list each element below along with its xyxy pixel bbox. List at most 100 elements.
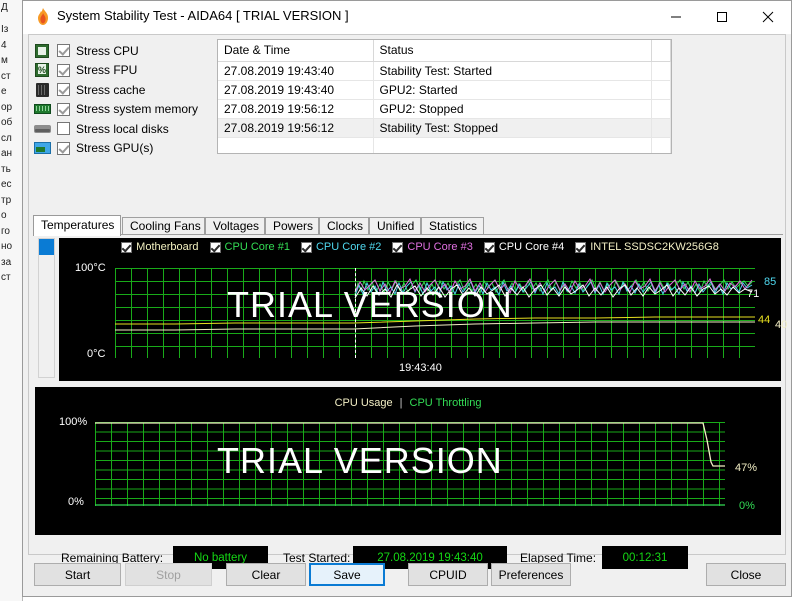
log-table: Date & Time Status 27.08.2019 19:43:40 S…: [218, 40, 671, 153]
clear-button[interactable]: Clear: [226, 563, 306, 586]
table-row[interactable]: 27.08.2019 19:43:40 GPU2: Started: [218, 80, 671, 100]
preferences-button[interactable]: Preferences: [491, 563, 571, 586]
legend-item-cpu-core-4[interactable]: CPU Core #4: [483, 241, 565, 253]
legend-checkbox[interactable]: [483, 241, 495, 253]
tab-strip: Temperatures Cooling Fans Voltages Power…: [33, 215, 783, 236]
legend-item-intel-ssd[interactable]: INTEL SSDSC2KW256G8: [575, 241, 719, 253]
log-status: Stability Test: Started: [373, 61, 652, 81]
temp-trial-watermark: TRIAL VERSION: [227, 284, 513, 325]
stress-option-cpu[interactable]: Stress CPU: [33, 41, 208, 61]
tab-clocks[interactable]: Clocks: [319, 217, 369, 235]
maximize-button[interactable]: [699, 1, 745, 32]
temperatures-chart: Motherboard CPU Core #1 CPU Core #2 CPU …: [59, 238, 787, 381]
temp-value-71: 71: [747, 288, 760, 300]
stress-fpu-label: Stress FPU: [76, 63, 138, 78]
legend-checkbox[interactable]: [392, 241, 404, 253]
log-extra: [651, 61, 671, 81]
stress-fpu-checkbox[interactable]: [57, 63, 70, 77]
stress-cache-checkbox[interactable]: [57, 83, 70, 97]
tab-voltages[interactable]: Voltages: [205, 217, 265, 235]
background-text-column: Iз 4 м ст е ор об сл ан ть ес тр о го но…: [1, 24, 13, 283]
stop-button: Stop: [125, 563, 212, 586]
cpu-usage-chart: CPU Usage | CPU Throttling 100% 0% 47% 0…: [35, 387, 781, 535]
table-row-empty: [218, 137, 671, 153]
charts-vertical-scrollbar[interactable]: [38, 238, 55, 378]
memory-dimm-icon: [33, 101, 52, 117]
table-row[interactable]: 27.08.2019 19:56:12 GPU2: Stopped: [218, 99, 671, 119]
legend-checkbox[interactable]: [300, 241, 312, 253]
stress-gpu-label: Stress GPU(s): [76, 141, 154, 156]
legend-checkbox[interactable]: [209, 241, 221, 253]
tab-cooling-fans[interactable]: Cooling Fans: [122, 217, 205, 235]
legend-label: CPU Core #1: [224, 241, 290, 253]
gpu-card-icon: [33, 140, 52, 156]
legend-item-cpu-core-3[interactable]: CPU Core #3: [392, 241, 473, 253]
stress-option-memory[interactable]: Stress system memory: [33, 100, 208, 120]
tab-powers[interactable]: Powers: [265, 217, 319, 235]
tab-unified[interactable]: Unified: [369, 217, 421, 235]
log-status: GPU2: Started: [373, 80, 652, 100]
cpu-title-separator: |: [399, 397, 403, 409]
save-button[interactable]: Save: [309, 563, 385, 586]
cpu-usage-title-label: CPU Usage: [334, 397, 393, 409]
event-log-table[interactable]: Date & Time Status 27.08.2019 19:43:40 S…: [217, 39, 672, 154]
system-stability-test-window: System Stability Test - AIDA64 [ TRIAL V…: [22, 0, 792, 597]
stress-option-cache[interactable]: Stress cache: [33, 80, 208, 100]
stress-memory-checkbox[interactable]: [57, 102, 70, 116]
temp-axis-min-label: 0°C: [87, 348, 106, 360]
column-header-status[interactable]: Status: [373, 40, 652, 62]
log-extra: [651, 80, 671, 100]
table-row[interactable]: 27.08.2019 19:56:12 Stability Test: Stop…: [218, 118, 671, 138]
log-datetime: 27.08.2019 19:56:12: [218, 118, 374, 138]
stress-disks-label: Stress local disks: [76, 121, 169, 136]
tab-temperatures[interactable]: Temperatures: [33, 215, 121, 236]
cache-chip-icon: [33, 82, 52, 98]
temp-value-85: 85: [764, 276, 777, 288]
legend-label: CPU Core #2: [315, 241, 382, 253]
table-row[interactable]: 27.08.2019 19:43:40 Stability Test: Star…: [218, 61, 671, 81]
background-text-top: Д: [1, 2, 8, 13]
stress-gpu-checkbox[interactable]: [57, 141, 70, 155]
legend-label: CPU Core #4: [498, 241, 565, 253]
log-datetime: 27.08.2019 19:43:40: [218, 61, 374, 81]
log-datetime: 27.08.2019 19:43:40: [218, 80, 374, 100]
stress-option-disks[interactable]: Stress local disks: [33, 119, 208, 139]
stress-disks-checkbox[interactable]: [57, 122, 70, 136]
tab-statistics[interactable]: Statistics: [421, 217, 484, 235]
stress-option-fpu[interactable]: Stress FPU: [33, 61, 208, 81]
fpu-chip-icon: [33, 62, 52, 78]
cpu-chart-title: CPU Usage | CPU Throttling: [35, 397, 781, 409]
column-header-datetime[interactable]: Date & Time: [218, 40, 374, 62]
window-title: System Stability Test - AIDA64 [ TRIAL V…: [57, 8, 349, 23]
cpu-throttling-value: 0%: [739, 500, 755, 512]
minimize-button[interactable]: [653, 1, 699, 32]
title-bar: System Stability Test - AIDA64 [ TRIAL V…: [23, 1, 791, 34]
log-datetime: [218, 137, 374, 153]
column-header-empty[interactable]: [651, 40, 671, 62]
legend-checkbox[interactable]: [121, 241, 133, 253]
legend-item-cpu-core-2[interactable]: CPU Core #2: [300, 241, 382, 253]
start-button[interactable]: Start: [34, 563, 121, 586]
cpu-value-current: 47%: [735, 462, 758, 474]
stress-cache-label: Stress cache: [76, 82, 146, 97]
legend-label: Motherboard: [136, 241, 199, 253]
legend-item-cpu-core-1[interactable]: CPU Core #1: [209, 241, 290, 253]
log-extra: [651, 118, 671, 138]
legend-checkbox[interactable]: [575, 241, 587, 253]
log-datetime: 27.08.2019 19:56:12: [218, 99, 374, 119]
stress-option-gpu[interactable]: Stress GPU(s): [33, 139, 208, 159]
hard-disk-icon: [33, 121, 52, 137]
window-client-area: Stress CPU Stress FPU Stress cache Stres…: [28, 34, 787, 569]
close-window-button[interactable]: [745, 1, 791, 32]
stress-cpu-checkbox[interactable]: [57, 44, 70, 58]
cpuid-button[interactable]: CPUID: [408, 563, 488, 586]
legend-item-motherboard[interactable]: Motherboard: [121, 241, 199, 253]
close-button[interactable]: Close: [706, 563, 786, 586]
log-status: Stability Test: Stopped: [373, 118, 652, 138]
stress-cpu-label: Stress CPU: [76, 43, 139, 58]
stress-options-list: Stress CPU Stress FPU Stress cache Stres…: [33, 41, 208, 158]
temp-time-label: 19:43:40: [399, 362, 442, 374]
log-status: GPU2: Stopped: [373, 99, 652, 119]
cpu-trial-watermark: TRIAL VERSION: [217, 440, 503, 481]
scrollbar-thumb[interactable]: [39, 239, 54, 255]
